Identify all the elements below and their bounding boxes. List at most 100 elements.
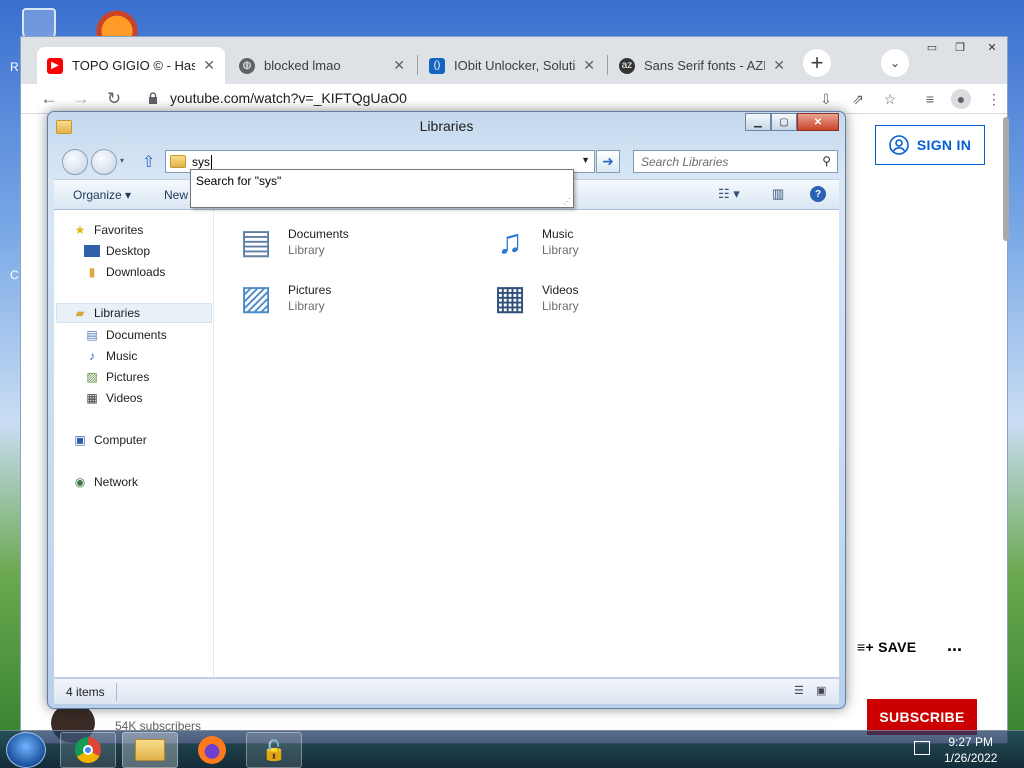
desktop-icon — [84, 245, 100, 257]
maximize-icon[interactable]: ❐ — [947, 39, 973, 55]
install-icon[interactable]: ⇩ — [816, 89, 836, 109]
help-icon[interactable]: ? — [810, 186, 826, 202]
reload-icon[interactable]: ↻ — [103, 88, 125, 110]
azfonts-icon: az — [619, 57, 635, 74]
tab-blocked[interactable]: ◍ blocked lmao ✕ — [229, 47, 415, 84]
window-controls: ▁ ▢ ✕ — [745, 113, 839, 131]
taskbar-firefox[interactable] — [184, 732, 240, 768]
videos-library-icon: ▦ — [493, 279, 527, 317]
lock-icon — [149, 92, 157, 104]
close-tab-icon[interactable]: ✕ — [393, 57, 405, 74]
star-icon: ★ — [74, 223, 86, 237]
recent-pages-icon[interactable]: ▾ — [120, 156, 124, 165]
music-library-icon: ♫ — [497, 222, 523, 261]
preview-pane-icon[interactable]: ▥ — [772, 186, 784, 202]
nav-downloads[interactable]: ▮ Downloads — [84, 262, 166, 282]
dropdown-arrow-icon[interactable]: ▼ — [581, 155, 590, 165]
save-button[interactable]: ≡+ SAVE — [857, 639, 916, 655]
youtube-icon: ▶ — [47, 57, 63, 74]
address-bar[interactable]: youtube.com/watch?v=_KIFTQgUaO0 — [170, 90, 407, 106]
suggestion-item[interactable]: Search for "sys" — [196, 174, 281, 188]
navigation-pane: ★ Favorites Desktop ▮ Downloads ▰ Librar… — [54, 210, 214, 677]
profile-icon[interactable]: ● — [951, 89, 971, 109]
forward-button[interactable] — [91, 149, 117, 175]
taskbar-chrome[interactable] — [60, 732, 116, 768]
explorer-body: ★ Favorites Desktop ▮ Downloads ▰ Librar… — [54, 210, 839, 677]
details-view-icon[interactable]: ☰ — [794, 684, 804, 697]
new-tab-button[interactable]: + — [803, 49, 831, 77]
minimize-icon[interactable]: ▁ — [745, 113, 771, 131]
change-view-icon[interactable]: ☷ ▾ — [718, 186, 740, 202]
desktop-edge-letter: R — [10, 60, 19, 74]
taskbar: 🔓 9:27 PM 1/26/2022 — [0, 730, 1024, 768]
nav-desktop[interactable]: Desktop — [84, 241, 150, 261]
more-actions-button[interactable]: ... — [947, 635, 962, 656]
back-button[interactable] — [62, 149, 88, 175]
close-tab-icon[interactable]: ✕ — [203, 57, 215, 74]
nav-favorites[interactable]: ★ Favorites — [72, 220, 144, 240]
close-tab-icon[interactable]: ✕ — [773, 57, 785, 74]
menu-kebab-icon[interactable]: ⋮ — [984, 89, 1004, 109]
close-tab-icon[interactable]: ✕ — [583, 57, 595, 74]
bookmark-star-icon[interactable]: ☆ — [880, 89, 900, 109]
documents-library-icon: ▤ — [239, 223, 273, 261]
videos-icon: ▦ — [86, 391, 98, 405]
tab-strip: ▶ TOPO GIGIO © - Hasta ✕ ◍ blocked lmao … — [21, 37, 1007, 84]
sign-in-label: SIGN IN — [916, 137, 972, 153]
nav-libraries[interactable]: ▰ Libraries — [56, 303, 212, 323]
item-count: 4 items — [66, 685, 105, 699]
libraries-icon: ▰ — [75, 306, 85, 320]
tab-youtube[interactable]: ▶ TOPO GIGIO © - Hasta ✕ — [37, 47, 225, 84]
music-icon: ♪ — [89, 349, 95, 363]
desktop-edge-letter: C — [10, 268, 19, 282]
nav-videos[interactable]: ▦ Videos — [84, 388, 142, 408]
taskbar-explorer[interactable] — [122, 732, 178, 768]
globe-icon: ◍ — [239, 57, 255, 74]
forward-icon[interactable]: → — [70, 88, 92, 110]
clock[interactable]: 9:27 PM 1/26/2022 — [944, 734, 997, 766]
documents-icon: ▤ — [86, 328, 98, 342]
tab-separator — [607, 55, 608, 75]
library-item-pictures[interactable]: ▨ Pictures Library — [232, 274, 331, 322]
organize-menu[interactable]: Organize ▾ — [73, 188, 131, 202]
search-icon: ⚲ — [822, 154, 831, 168]
tab-iobit[interactable]: () IObit Unlocker, Solution ✕ — [419, 47, 605, 84]
tab-azfonts[interactable]: az Sans Serif fonts - AZFo ✕ — [609, 47, 795, 84]
page-scrollbar[interactable] — [1003, 117, 1009, 241]
media-control-icon[interactable]: ≡ — [920, 89, 940, 109]
nav-documents[interactable]: ▤ Documents — [84, 325, 166, 345]
nav-music[interactable]: ♪ Music — [84, 346, 137, 366]
playlist-add-icon: ≡+ — [857, 639, 879, 655]
new-folder-button[interactable]: New — [164, 188, 188, 202]
address-value: sys — [192, 154, 210, 169]
go-button[interactable]: ➜ — [596, 150, 620, 173]
tab-search-button[interactable]: ⌄ — [881, 49, 909, 77]
status-bar: 4 items ☰ ▣ — [54, 678, 839, 704]
close-window-icon[interactable]: ✕ — [979, 39, 1005, 55]
close-icon[interactable]: ✕ — [797, 113, 839, 131]
search-placeholder: Search Libraries — [641, 154, 729, 169]
network-icon: ◉ — [74, 475, 86, 489]
sign-in-button[interactable]: SIGN IN — [875, 125, 985, 165]
taskbar-iobit-unlocker[interactable]: 🔓 — [246, 732, 302, 768]
downloads-folder-icon: ▮ — [88, 265, 96, 279]
library-item-documents[interactable]: ▤ Documents Library — [232, 218, 349, 266]
search-input[interactable]: Search Libraries ⚲ — [633, 150, 838, 173]
nav-pictures[interactable]: ▨ Pictures — [84, 367, 149, 387]
resize-grip-icon[interactable]: ⋰ — [563, 197, 571, 206]
library-item-videos[interactable]: ▦ Videos Library — [486, 274, 579, 322]
back-icon[interactable]: ← — [38, 88, 60, 110]
pictures-library-icon: ▨ — [239, 279, 273, 317]
network-tray-icon[interactable] — [914, 741, 930, 755]
large-icons-view-icon[interactable]: ▣ — [816, 684, 826, 697]
share-icon[interactable]: ⇗ — [848, 89, 868, 109]
up-arrow-icon[interactable]: ⇧ — [142, 152, 155, 172]
start-button[interactable] — [6, 732, 46, 768]
tab-label: Sans Serif fonts - AZFo — [644, 58, 766, 73]
library-item-music[interactable]: ♫ Music Library — [486, 218, 578, 266]
nav-computer[interactable]: ▣ Computer — [72, 430, 146, 450]
nav-network[interactable]: ◉ Network — [72, 472, 138, 492]
firefox-icon — [198, 736, 226, 764]
minimize-icon[interactable]: ▭ — [919, 39, 945, 55]
maximize-icon[interactable]: ▢ — [771, 113, 797, 131]
